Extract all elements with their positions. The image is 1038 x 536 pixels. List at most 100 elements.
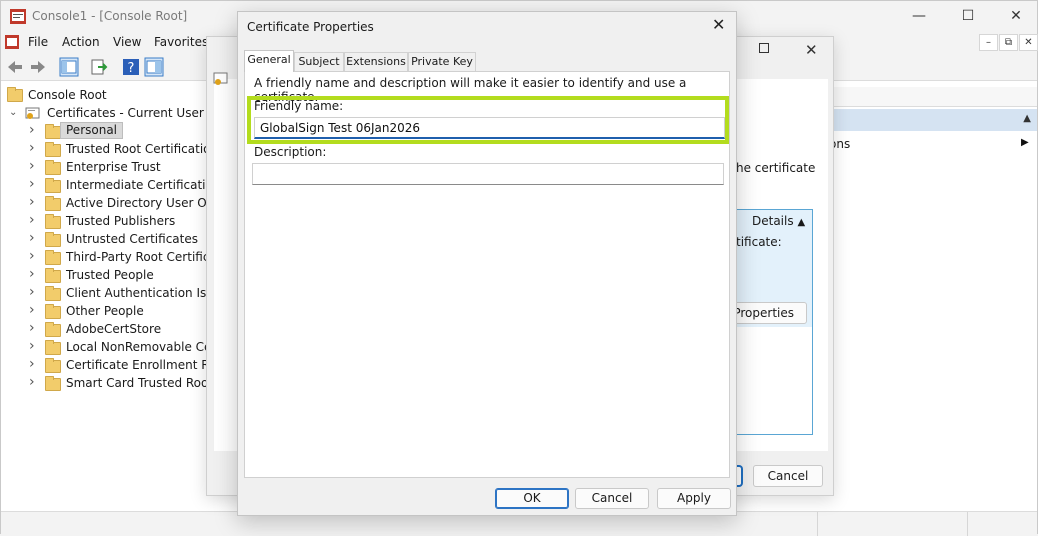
chevron-right-icon[interactable]: › xyxy=(29,249,39,263)
menu-action[interactable]: Action xyxy=(62,35,100,49)
maximize-button[interactable]: ☐ xyxy=(945,5,991,29)
close-button[interactable]: ✕ xyxy=(993,5,1038,29)
folder-icon xyxy=(45,268,61,283)
apply-button[interactable]: Apply xyxy=(657,488,731,509)
folder-icon xyxy=(45,214,61,229)
certificate-info-text: he certificate xyxy=(736,161,816,175)
status-divider xyxy=(967,512,968,536)
folder-icon xyxy=(45,376,61,391)
certificate-store-icon xyxy=(25,107,40,119)
mdi-restore-button[interactable]: ⧉ xyxy=(999,34,1018,51)
details-label: Details xyxy=(752,214,794,228)
background-cancel-button[interactable]: Cancel xyxy=(753,465,823,487)
friendly-name-input[interactable]: GlobalSign Test 06Jan2026 xyxy=(254,117,725,139)
tab-extensions[interactable]: Extensions xyxy=(344,52,408,71)
help-icon[interactable]: ? xyxy=(121,57,141,77)
friendly-name-label: Friendly name: xyxy=(254,99,344,113)
folder-icon xyxy=(45,160,61,175)
chevron-right-icon[interactable]: › xyxy=(29,375,39,389)
folder-icon xyxy=(45,232,61,247)
tree-item-label: AdobeCertStore xyxy=(66,322,162,336)
minimize-button[interactable]: — xyxy=(896,5,942,29)
description-input[interactable] xyxy=(252,163,724,185)
dialog-title: Certificate Properties xyxy=(247,20,374,34)
folder-icon xyxy=(45,124,61,139)
description-label: Description: xyxy=(254,145,327,159)
actions-section-header[interactable]: ▲ xyxy=(829,109,1037,131)
tree-item-label: Intermediate Certification A xyxy=(66,178,207,192)
menu-favorites[interactable]: Favorites xyxy=(154,35,208,49)
ok-button[interactable]: OK xyxy=(495,488,569,509)
details-toggle[interactable]: Details ▲ xyxy=(752,214,805,228)
tree-item-label: Personal xyxy=(60,122,124,139)
submenu-arrow-icon: ▶ xyxy=(1021,137,1029,148)
collapse-up-icon[interactable]: ▲ xyxy=(1023,113,1031,124)
chevron-up-icon: ▲ xyxy=(797,217,806,228)
tree-item-label: Trusted People xyxy=(66,268,154,282)
folder-icon xyxy=(45,178,61,193)
folder-icon xyxy=(45,340,61,355)
action-pane-icon[interactable] xyxy=(144,57,164,77)
svg-text:?: ? xyxy=(128,61,135,76)
cancel-button[interactable]: Cancel xyxy=(575,488,649,509)
tree-item-label: Local NonRemovable Certi xyxy=(66,340,207,354)
chevron-right-icon[interactable]: › xyxy=(29,303,39,317)
certificate-properties-dialog: Certificate Properties ✕ General Subject… xyxy=(237,11,737,516)
chevron-right-icon[interactable]: › xyxy=(29,231,39,245)
tree-item-label: Active Directory User Objec xyxy=(66,196,207,210)
chevron-right-icon[interactable]: › xyxy=(29,177,39,191)
console-icon xyxy=(5,35,19,49)
tree-item-label: Smart Card Trusted Roots xyxy=(66,376,207,390)
folder-icon xyxy=(7,87,23,102)
chevron-right-icon[interactable]: › xyxy=(29,321,39,335)
mdi-minimize-button[interactable]: – xyxy=(979,34,998,51)
export-list-icon[interactable] xyxy=(89,57,109,77)
folder-icon xyxy=(45,250,61,265)
tab-subject[interactable]: Subject xyxy=(294,52,344,71)
tree-item-label: Certificate Enrollment Requ xyxy=(66,358,207,372)
forward-arrow-icon[interactable] xyxy=(28,57,48,77)
chevron-right-icon[interactable]: › xyxy=(29,357,39,371)
folder-icon xyxy=(45,196,61,211)
chevron-right-icon[interactable]: › xyxy=(29,339,39,353)
tab-general[interactable]: General xyxy=(244,50,294,72)
general-tab-panel: A friendly name and description will mak… xyxy=(244,71,730,478)
tree-item-label: Other People xyxy=(66,304,144,318)
menu-view[interactable]: View xyxy=(113,35,141,49)
tree-item-label: Trusted Publishers xyxy=(66,214,176,228)
chevron-right-icon[interactable]: › xyxy=(29,123,39,137)
maximize-icon[interactable] xyxy=(759,43,769,53)
menu-file[interactable]: File xyxy=(28,35,48,49)
status-divider xyxy=(817,512,818,536)
details-content xyxy=(736,327,812,434)
tree-item-label: Untrusted Certificates xyxy=(66,232,198,246)
mmc-app-icon xyxy=(10,9,26,24)
certificate-icon xyxy=(213,72,228,85)
chevron-right-icon[interactable]: › xyxy=(29,267,39,281)
tree-item-label: Client Authentication Issue xyxy=(66,286,207,300)
tree-item-label: Third-Party Root Certificatio xyxy=(66,250,207,264)
folder-icon xyxy=(45,304,61,319)
window-title: Console1 - [Console Root] xyxy=(32,9,188,23)
chevron-right-icon[interactable]: › xyxy=(29,195,39,209)
folder-icon xyxy=(45,322,61,337)
folder-icon xyxy=(45,286,61,301)
certificate-label: tificate: xyxy=(736,235,782,249)
tab-private-key[interactable]: Private Key xyxy=(408,52,476,71)
chevron-right-icon[interactable]: › xyxy=(29,141,39,155)
close-icon[interactable]: ✕ xyxy=(805,41,818,59)
chevron-right-icon[interactable]: › xyxy=(29,159,39,173)
chevron-right-icon[interactable]: › xyxy=(29,213,39,227)
tree-store-label: Certificates - Current User xyxy=(47,106,204,120)
console-tree: Console Root ⌄ Certificates - Current Us… xyxy=(1,84,207,511)
folder-icon xyxy=(45,142,61,157)
chevron-right-icon[interactable]: › xyxy=(29,285,39,299)
back-arrow-icon[interactable] xyxy=(5,57,25,77)
tree-item-label: Trusted Root Certification A xyxy=(66,142,207,156)
show-hide-tree-icon[interactable] xyxy=(59,57,79,77)
tree-item-label: Enterprise Trust xyxy=(66,160,161,174)
chevron-down-icon[interactable]: ⌄ xyxy=(9,108,19,118)
dialog-close-button[interactable]: ✕ xyxy=(712,15,725,34)
mdi-close-button[interactable]: ✕ xyxy=(1019,34,1038,51)
folder-icon xyxy=(45,358,61,373)
